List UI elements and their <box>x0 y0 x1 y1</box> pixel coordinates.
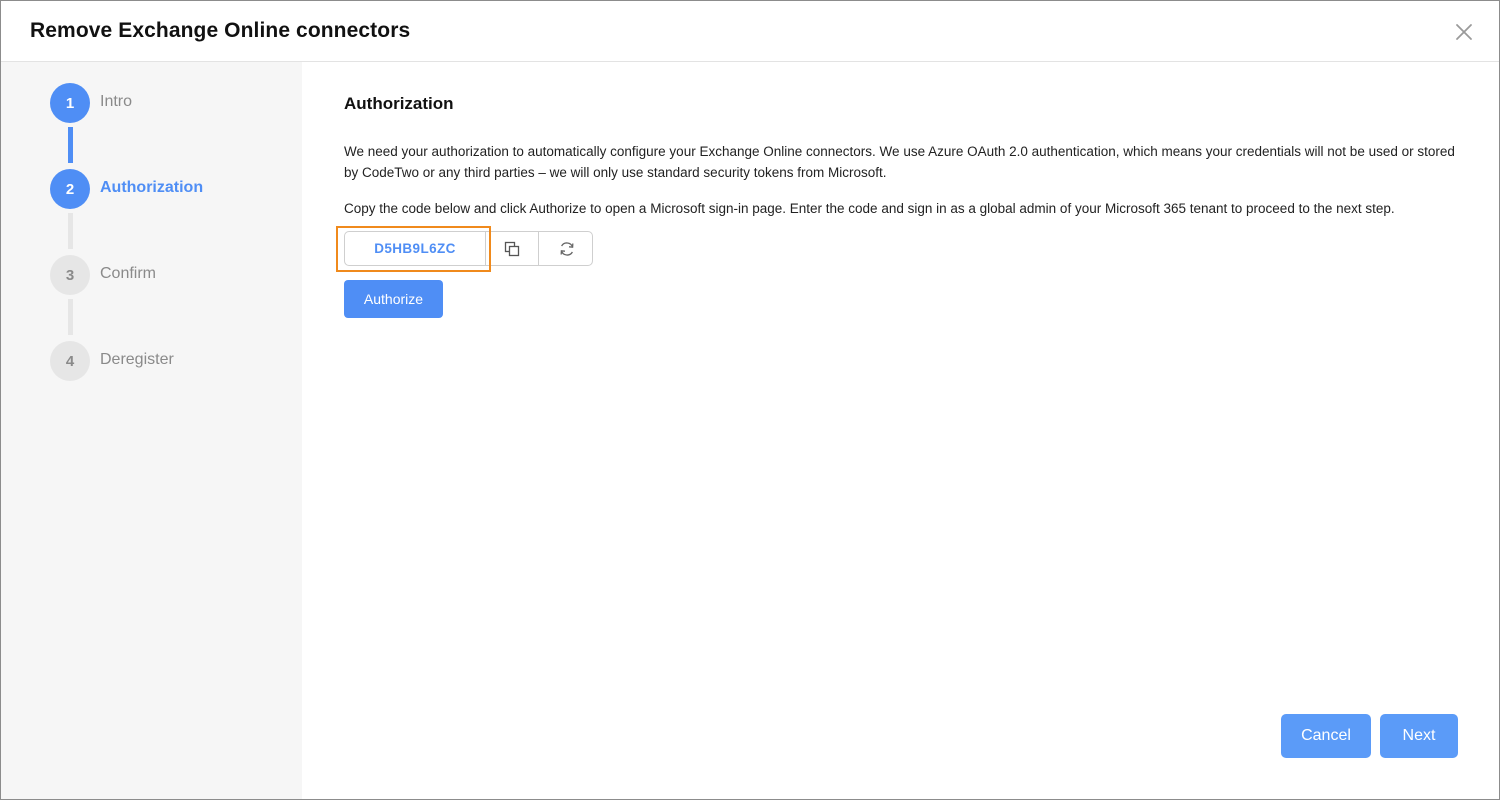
step-deregister[interactable]: 4 Deregister <box>50 341 290 381</box>
step-connector <box>68 213 73 249</box>
dialog: Remove Exchange Online connectors 1 Intr… <box>0 0 1500 800</box>
section-title: Authorization <box>344 94 454 113</box>
code-group: D5HB9L6ZC <box>344 231 593 266</box>
authorize-button[interactable]: Authorize <box>344 280 443 318</box>
step-authorization[interactable]: 2 Authorization <box>50 169 290 209</box>
close-button[interactable] <box>1453 21 1475 43</box>
copy-icon <box>504 241 520 256</box>
step-label: Intro <box>100 93 133 110</box>
step-number: 3 <box>50 255 90 295</box>
step-number: 1 <box>50 83 90 123</box>
step-intro[interactable]: 1 Intro <box>50 83 290 123</box>
dialog-header: Remove Exchange Online connectors <box>1 1 1499 62</box>
refresh-icon <box>560 241 573 256</box>
step-confirm[interactable]: 3 Confirm <box>50 255 290 295</box>
next-button[interactable]: Next <box>1380 714 1458 758</box>
step-number: 4 <box>50 341 90 381</box>
step-connector <box>68 299 73 335</box>
step-connector <box>68 127 73 163</box>
dialog-title: Remove Exchange Online connectors <box>30 19 411 42</box>
cancel-button[interactable]: Cancel <box>1281 714 1371 758</box>
refresh-code-button[interactable] <box>540 232 593 265</box>
description-paragraph: We need your authorization to automatica… <box>344 144 1455 180</box>
wizard-sidebar: 1 Intro 2 Authorization 3 Confirm 4 Dere… <box>1 62 302 799</box>
step-label: Deregister <box>100 351 174 368</box>
instruction-paragraph: Copy the code below and click Authorize … <box>344 201 1395 216</box>
copy-code-button[interactable] <box>486 232 539 265</box>
step-label: Confirm <box>100 265 157 282</box>
step-number: 2 <box>50 169 90 209</box>
close-icon <box>1456 24 1472 40</box>
authorization-code[interactable]: D5HB9L6ZC <box>345 232 486 265</box>
step-label: Authorization <box>100 179 204 196</box>
